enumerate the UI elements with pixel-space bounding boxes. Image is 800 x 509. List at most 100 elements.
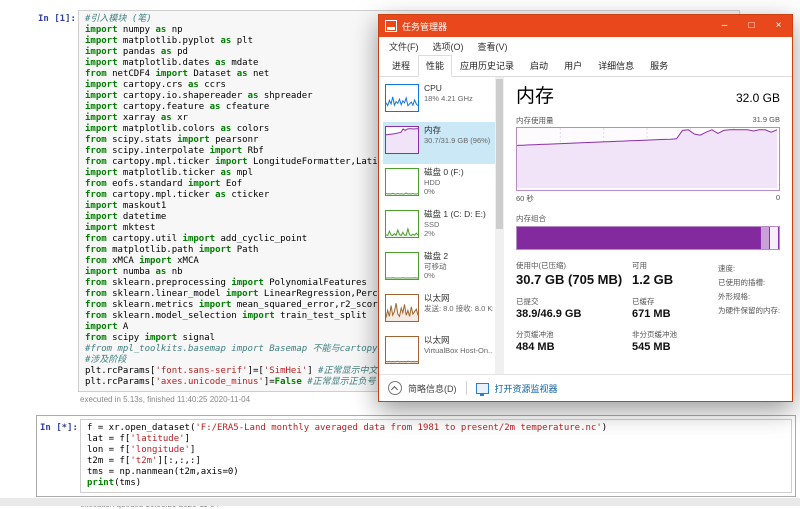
code-line: lon = f['longitude'] xyxy=(87,445,785,456)
code-line: f = xr.open_dataset('F:/ERA5-Land monthl… xyxy=(87,423,785,434)
tab-服务[interactable]: 服务 xyxy=(642,55,676,77)
graph-label: 内存使用量 xyxy=(516,115,554,126)
sidebar-item-cpu[interactable]: CPU18% 4.21 GHz xyxy=(383,80,495,122)
menu-item[interactable]: 选项(O) xyxy=(426,40,471,53)
graph-max-label: 31.9 GB xyxy=(752,115,780,126)
ethernet2-mini-graph xyxy=(385,336,419,364)
tab-性能[interactable]: 性能 xyxy=(418,55,452,77)
cpu-mini-graph xyxy=(385,84,419,112)
memory-stat: 已缓存671 MB xyxy=(632,297,712,321)
sidebar-item-detail: VirtualBox Host-On... xyxy=(424,346,493,355)
sidebar-item-name: CPU xyxy=(424,83,473,94)
panel-title: 内存 xyxy=(516,81,554,108)
sidebar-item-disk1[interactable]: 磁盘 1 (C: D: E:)SSD2% xyxy=(383,206,495,248)
memory-stat: 分页缓冲池484 MB xyxy=(516,330,632,354)
composition-segment xyxy=(761,227,770,249)
memory-stat: 非分页缓冲池545 MB xyxy=(632,330,712,354)
composition-segment xyxy=(770,227,779,249)
stat-value: 545 MB xyxy=(632,340,712,354)
sidebar-item-name: 磁盘 0 (F:) xyxy=(424,167,464,178)
minimize-button[interactable]: – xyxy=(711,15,738,37)
stat-value: 484 MB xyxy=(516,340,632,354)
stat-label: 分页缓冲池 xyxy=(516,330,632,340)
maximize-button[interactable]: □ xyxy=(738,15,765,37)
hardware-label: 为硬件保留的内存: xyxy=(718,304,780,318)
tab-应用历史记录[interactable]: 应用历史记录 xyxy=(452,55,522,77)
stat-label: 已提交 xyxy=(516,297,632,307)
composition-label: 内存组合 xyxy=(516,213,780,224)
memory-stat: 可用1.2 GB xyxy=(632,261,712,288)
stat-value: 671 MB xyxy=(632,307,712,321)
close-button[interactable]: × xyxy=(765,15,792,37)
composition-segment xyxy=(517,227,761,249)
stat-label: 非分页缓冲池 xyxy=(632,330,712,340)
sidebar-item-name: 以太网 xyxy=(424,335,493,346)
stat-value: 30.7 GB (705 MB) xyxy=(516,271,632,288)
page-bottom-gutter xyxy=(0,498,800,506)
stat-value: 38.9/46.9 GB xyxy=(516,307,632,321)
memory-panel: 内存 32.0 GB 内存使用量 31.9 GB 60 秒 0 内存组合 使用中… xyxy=(504,77,792,374)
memory-usage-graph xyxy=(516,127,780,191)
stat-value: 1.2 GB xyxy=(632,271,712,288)
scrollbar-thumb[interactable] xyxy=(496,79,503,229)
performance-sidebar: CPU18% 4.21 GHz内存30.7/31.9 GB (96%)磁盘 0 … xyxy=(379,77,495,374)
sidebar-item-name: 内存 xyxy=(424,125,490,136)
sidebar-item-name: 磁盘 1 (C: D: E:) xyxy=(424,209,486,220)
sidebar-item-detail: 0% xyxy=(424,187,464,196)
titlebar[interactable]: 任务管理器 – □ × xyxy=(379,15,792,37)
hardware-label: 已使用的插槽: xyxy=(718,276,780,290)
open-resource-monitor-link[interactable]: 打开资源监视器 xyxy=(495,382,558,395)
cell1-prompt: In [1]: xyxy=(38,10,78,25)
footer-bar: 简略信息(D) 打开资源监视器 xyxy=(379,374,792,401)
menu-item[interactable]: 文件(F) xyxy=(382,40,426,53)
footer-divider xyxy=(466,381,467,395)
memory-composition-bar xyxy=(516,226,780,250)
sidebar-item-disk0[interactable]: 磁盘 0 (F:)HDD0% xyxy=(383,164,495,206)
disk1-mini-graph xyxy=(385,210,419,238)
code-cell-2[interactable]: In [*]: f = xr.open_dataset('F:/ERA5-Lan… xyxy=(36,415,796,497)
sidebar-item-detail: 2% xyxy=(424,229,486,238)
code-line: print(tms) xyxy=(87,478,785,489)
tab-进程[interactable]: 进程 xyxy=(384,55,418,77)
taskmanager-icon xyxy=(385,20,397,32)
code-line: tms = np.nanmean(t2m,axis=0) xyxy=(87,467,785,478)
time-axis-label: 60 秒 xyxy=(516,193,534,204)
sidebar-item-ethernet1[interactable]: 以太网发送: 8.0 接收: 8.0 Kbps xyxy=(383,290,495,332)
sidebar-item-detail: 0% xyxy=(424,271,448,280)
collapse-icon xyxy=(388,381,402,395)
task-manager-window: 任务管理器 – □ × 文件(F)选项(O)查看(V) 进程性能应用历史记录启动… xyxy=(378,14,793,402)
code-line: lat = f['latitude'] xyxy=(87,434,785,445)
stat-label: 已缓存 xyxy=(632,297,712,307)
hardware-label: 外形规格: xyxy=(718,290,780,304)
disk0-mini-graph xyxy=(385,168,419,196)
menu-item[interactable]: 查看(V) xyxy=(471,40,515,53)
tab-用户[interactable]: 用户 xyxy=(556,55,590,77)
performance-content: CPU18% 4.21 GHz内存30.7/31.9 GB (96%)磁盘 0 … xyxy=(379,77,792,374)
hardware-info: 速度:已使用的插槽:外形规格:为硬件保留的内存: xyxy=(718,261,780,354)
memory-stat: 使用中(已压缩)30.7 GB (705 MB) xyxy=(516,261,632,288)
zero-axis-label: 0 xyxy=(776,193,780,204)
resource-monitor-icon xyxy=(476,383,489,394)
disk2-mini-graph xyxy=(385,252,419,280)
memory-stat: 已提交38.9/46.9 GB xyxy=(516,297,632,321)
fewer-details-toggle[interactable]: 简略信息(D) xyxy=(408,382,457,395)
sidebar-item-detail: 可移动 xyxy=(424,262,448,271)
sidebar-item-detail: 18% 4.21 GHz xyxy=(424,94,473,103)
window-title: 任务管理器 xyxy=(402,20,447,33)
sidebar-item-name: 以太网 xyxy=(424,293,493,304)
memory-total: 32.0 GB xyxy=(736,91,780,105)
sidebar-item-detail: 30.7/31.9 GB (96%) xyxy=(424,136,490,145)
sidebar-item-memory[interactable]: 内存30.7/31.9 GB (96%) xyxy=(383,122,495,164)
sidebar-scrollbar[interactable] xyxy=(495,77,504,374)
sidebar-item-ethernet2[interactable]: 以太网VirtualBox Host-On... xyxy=(383,332,495,374)
sidebar-item-disk2[interactable]: 磁盘 2可移动0% xyxy=(383,248,495,290)
tab-启动[interactable]: 启动 xyxy=(522,55,556,77)
tab-详细信息[interactable]: 详细信息 xyxy=(590,55,642,77)
hardware-label: 速度: xyxy=(718,262,780,276)
cell2-input[interactable]: f = xr.open_dataset('F:/ERA5-Land monthl… xyxy=(80,419,792,493)
ethernet1-mini-graph xyxy=(385,294,419,322)
sidebar-item-detail: 发送: 8.0 接收: 8.0 Kbps xyxy=(424,304,493,313)
tab-bar: 进程性能应用历史记录启动用户详细信息服务 xyxy=(379,55,792,77)
stat-label: 可用 xyxy=(632,261,712,271)
window-controls: – □ × xyxy=(711,15,792,37)
